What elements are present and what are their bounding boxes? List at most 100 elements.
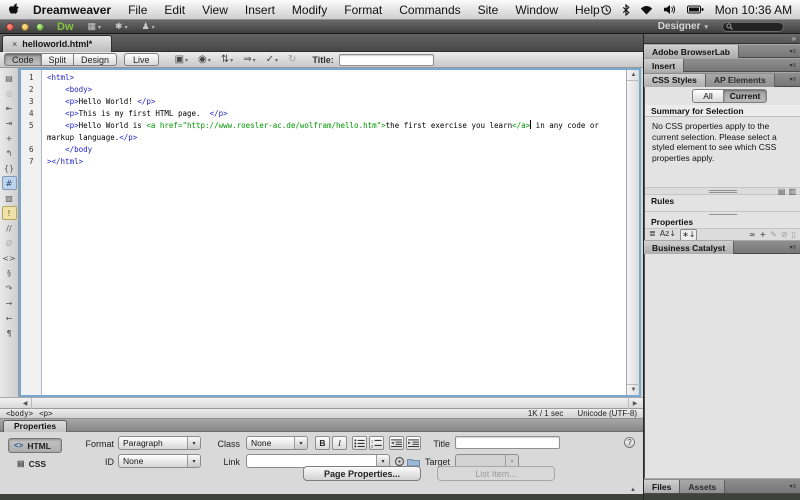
drag-handle[interactable] — [708, 190, 737, 193]
menu-commands[interactable]: Commands — [399, 3, 460, 17]
live-view-button[interactable]: Live — [124, 53, 159, 66]
panel-menu-icon[interactable]: ▾≡ — [789, 244, 796, 251]
class-select[interactable]: None — [246, 436, 308, 450]
page-properties-button[interactable]: Page Properties... — [303, 466, 421, 481]
css-all-mode-button[interactable]: All — [692, 89, 724, 103]
rules-section-divider[interactable]: ▤ ▥ — [645, 187, 800, 196]
check-browser-compatibility-icon[interactable]: ⇅ — [221, 54, 233, 65]
expand-all-icon[interactable]: + — [2, 131, 17, 145]
recent-snippets-icon[interactable]: § — [2, 266, 17, 280]
window-zoom-button[interactable] — [36, 22, 44, 31]
delete-rule-icon[interactable]: ▯ — [792, 230, 796, 240]
apply-comment-icon[interactable]: // — [2, 221, 17, 235]
collapse-to-icons-icon[interactable]: » — [792, 34, 796, 43]
scroll-right-arrow[interactable]: ▶ — [628, 398, 641, 409]
document-title-input[interactable] — [338, 53, 434, 66]
css-mode-button[interactable]: ▤ CSS — [12, 457, 60, 470]
extensions-gear-icon[interactable]: ✱ — [115, 21, 128, 32]
format-select[interactable]: Paragraph — [118, 436, 201, 450]
workspace-switcher[interactable]: Designer — [658, 21, 708, 32]
tab-ap-elements[interactable]: AP Elements — [705, 73, 775, 87]
balance-braces-icon[interactable]: {} — [2, 161, 17, 175]
menu-modify[interactable]: Modify — [292, 3, 327, 17]
ordered-list-button[interactable]: 12 — [369, 436, 384, 450]
browserlab-tab[interactable]: Adobe BrowserLab — [644, 45, 739, 58]
tab-assets[interactable]: Assets — [680, 480, 726, 493]
tab-css-styles[interactable]: CSS Styles — [644, 73, 706, 87]
edit-rule-icon[interactable]: ✎ — [770, 230, 777, 240]
bold-button[interactable]: B — [315, 436, 330, 450]
refresh-icon[interactable]: ↻ — [288, 54, 296, 65]
file-management-icon[interactable]: ▣ — [175, 54, 188, 65]
validate-markup-icon[interactable]: ✓ — [266, 54, 278, 65]
app-search-input[interactable] — [722, 21, 784, 32]
help-icon[interactable]: ? — [624, 437, 635, 448]
show-set-properties-icon[interactable]: ∗↓ — [680, 228, 698, 241]
insert-tab[interactable]: Insert — [644, 59, 685, 72]
menu-view[interactable]: View — [202, 3, 228, 17]
panel-collapse-icon[interactable]: ▲ — [630, 487, 636, 493]
outdent-code-icon[interactable]: ← — [2, 311, 17, 325]
vertical-scrollbar[interactable]: ▲ ▼ — [626, 70, 640, 395]
indent-code-icon[interactable]: → — [2, 296, 17, 310]
id-dropdown-arrow[interactable] — [187, 455, 200, 467]
preview-in-browser-icon[interactable]: ◉ — [198, 54, 211, 65]
select-parent-tag-icon[interactable]: ↰ — [2, 146, 17, 160]
code-editor[interactable]: 1 <html> 2 <body> 3 <p>Hello World! </p> 4 <… — [19, 68, 641, 397]
scroll-up-arrow[interactable]: ▲ — [627, 70, 640, 81]
window-minimize-button[interactable] — [21, 22, 29, 31]
menu-format[interactable]: Format — [344, 3, 382, 17]
code-text[interactable]: <p>Hello World is <a href="http://www.ro… — [42, 120, 626, 144]
menu-dreamweaver[interactable]: Dreamweaver — [33, 3, 111, 17]
show-category-view-icon[interactable]: ≣ — [649, 229, 656, 241]
code-text[interactable]: <p>This is my first HTML page. </p> — [42, 108, 626, 120]
open-documents-icon[interactable]: ▤ — [2, 71, 17, 85]
code-text[interactable]: </body — [42, 144, 626, 156]
code-text[interactable]: <body> — [42, 84, 626, 96]
line-numbers-icon[interactable]: # — [1, 176, 17, 190]
code-lines[interactable]: 1 <html> 2 <body> 3 <p>Hello World! </p> 4 <… — [21, 72, 626, 168]
code-text[interactable]: <html> — [42, 72, 626, 84]
code-view-button[interactable]: Code — [4, 53, 42, 66]
time-machine-icon[interactable] — [600, 4, 612, 16]
business-catalyst-panel-header[interactable]: Business Catalyst ▾≡ — [644, 240, 800, 254]
wifi-icon[interactable] — [640, 5, 653, 15]
wrap-tag-icon[interactable]: <> — [2, 251, 17, 265]
format-dropdown-arrow[interactable] — [187, 437, 200, 449]
sites-icon[interactable]: ♟ — [142, 21, 155, 32]
layout-switcher-icon[interactable]: ▦ — [88, 21, 102, 32]
title-field-input[interactable] — [455, 436, 560, 449]
browserlab-panel-header[interactable]: Adobe BrowserLab ▾≡ — [644, 44, 800, 58]
live-view-options-icon[interactable]: ⇒ — [243, 54, 255, 65]
code-navigator-icon[interactable]: ◎ — [2, 86, 17, 100]
code-text[interactable]: ></html> — [42, 156, 626, 168]
tab-close-icon[interactable]: × — [12, 39, 17, 49]
battery-icon[interactable] — [686, 5, 704, 14]
disable-property-icon[interactable]: ⊘ — [781, 230, 788, 240]
collapse-full-tag-icon[interactable]: ⇤ — [2, 101, 17, 115]
remove-comment-icon[interactable]: Ø — [2, 236, 17, 250]
document-tab[interactable]: × helloworld.html* — [2, 35, 112, 52]
window-close-button[interactable] — [6, 22, 14, 31]
blockquote-outdent-button[interactable] — [389, 436, 404, 450]
move-css-icon[interactable]: ↷ — [2, 281, 17, 295]
menu-clock[interactable]: Mon 10:36 AM — [715, 3, 792, 17]
volume-icon[interactable] — [663, 4, 677, 15]
tab-files[interactable]: Files — [644, 480, 681, 493]
panel-menu-icon[interactable]: ▾≡ — [789, 483, 796, 490]
horizontal-scrollbar[interactable]: ◀ ▶ — [0, 397, 643, 409]
collapse-selection-icon[interactable]: ⇥ — [2, 116, 17, 130]
panel-menu-icon[interactable]: ▾≡ — [789, 62, 796, 69]
menu-edit[interactable]: Edit — [164, 3, 185, 17]
design-view-button[interactable]: Design — [73, 53, 118, 66]
highlight-invalid-code-icon[interactable]: ▨ — [2, 191, 17, 205]
scroll-down-arrow[interactable]: ▼ — [627, 384, 640, 395]
unordered-list-button[interactable] — [352, 436, 367, 450]
tag-selector[interactable]: <p> — [39, 409, 53, 418]
new-css-rule-icon[interactable]: + — [759, 230, 766, 240]
html-mode-button[interactable]: <> HTML — [8, 438, 62, 453]
business-catalyst-tab[interactable]: Business Catalyst — [644, 241, 735, 254]
css-current-mode-button[interactable]: Current — [723, 89, 767, 103]
split-view-button[interactable]: Split — [40, 53, 75, 66]
blockquote-indent-button[interactable] — [406, 436, 421, 450]
